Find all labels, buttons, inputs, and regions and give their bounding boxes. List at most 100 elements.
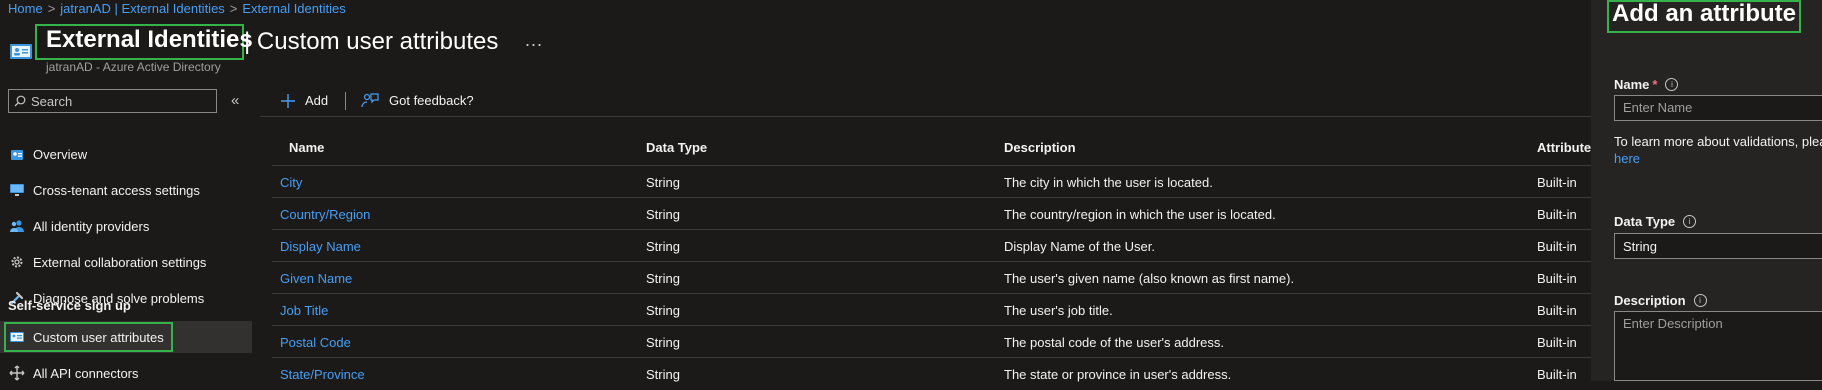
attribute-name-link[interactable]: City [280,175,302,190]
sidebar-item-label: External collaboration settings [33,254,207,270]
attribute-name-link[interactable]: Display Name [280,239,361,254]
breadcrumb: Home > jatranAD | External Identities > Exte… [8,1,346,16]
overview-icon [7,146,27,162]
column-header-attribute[interactable]: Attribute [1537,140,1591,155]
column-header-name[interactable]: Name [289,140,324,155]
gear-icon [7,254,27,270]
data-type-cell: String [646,303,680,318]
toolbar-bottom-border [260,116,1600,117]
data-type-dropdown[interactable]: String [1614,233,1822,259]
info-icon[interactable]: i [1693,294,1707,307]
plus-icon [281,93,295,108]
sidebar-item-label: Cross-tenant access settings [33,182,200,198]
active-item-highlight [4,322,173,352]
attribute-type-cell: Built-in [1537,239,1577,254]
info-icon[interactable]: i [1665,78,1679,91]
sidebar-item-cross-tenant[interactable]: Cross-tenant access settings [0,174,252,206]
data-type-cell: String [646,367,680,382]
section-heading: Self-service sign up [8,298,131,313]
info-icon[interactable]: i [1683,215,1697,228]
data-type-selected: String [1623,239,1657,254]
table-row[interactable]: Postal Code String The postal code of th… [272,325,1600,358]
table-row[interactable]: Job Title String The user's job title. B… [272,293,1600,326]
attribute-name-link[interactable]: Job Title [280,303,328,318]
breadcrumb-external-identities-parent[interactable]: jatranAD | External Identities [60,1,225,16]
id-card-icon [9,41,33,61]
sidebar-item-overview[interactable]: Overview [0,138,252,170]
attribute-name-link[interactable]: State/Province [280,367,365,382]
breadcrumb-external-identities[interactable]: External Identities [242,1,345,16]
data-type-label-text: Data Type [1614,214,1676,229]
table-row[interactable]: State/Province String The state or provi… [272,357,1600,390]
attribute-name-link[interactable]: Country/Region [280,207,370,222]
description-field-label: Description i [1614,293,1707,308]
table-row[interactable]: City String The city in which the user i… [272,165,1600,198]
toolbar-divider [345,92,346,110]
description-label-text: Description [1614,293,1686,308]
sidebar-item-label: All API connectors [33,365,139,381]
data-type-cell: String [646,335,680,350]
sidebar-search[interactable] [8,89,217,113]
description-cell: The state or province in user's address. [1004,367,1232,382]
page-subtitle-text: Custom user attributes [256,28,499,55]
data-type-field-label: Data Type i [1614,214,1697,229]
breadcrumb-separator: > [47,1,56,16]
panel-title: Add an attribute [1612,0,1796,27]
arrows-icon [7,365,27,381]
feedback-button-label: Got feedback? [389,92,474,108]
title-separator: | [244,28,251,55]
description-field[interactable] [1614,311,1822,381]
description-cell: The user's job title. [1004,303,1113,318]
description-input[interactable] [1623,316,1822,346]
collapse-sidebar-button[interactable]: « [231,92,239,109]
monitor-icon [7,182,27,198]
description-cell: The user's given name (also known as fir… [1004,271,1295,286]
attribute-type-cell: Built-in [1537,335,1577,350]
search-input[interactable] [31,91,211,111]
sidebar-item-label: Overview [33,146,88,162]
description-cell: The city in which the user is located. [1004,175,1213,190]
name-field-label: Name * i [1614,77,1679,92]
table-row[interactable]: Display Name String Display Name of the … [272,229,1600,262]
attribute-type-cell: Built-in [1537,367,1577,382]
validation-help-link[interactable]: here [1614,151,1640,166]
table-row[interactable]: Country/Region String The country/region… [272,197,1600,230]
sidebar-item-api-connectors[interactable]: All API connectors [0,357,252,389]
attribute-type-cell: Built-in [1537,303,1577,318]
attribute-type-cell: Built-in [1537,271,1577,286]
column-header-description[interactable]: Description [1004,140,1076,155]
sidebar-item-label: All identity providers [33,218,150,234]
description-cell: Display Name of the User. [1004,239,1156,254]
name-input[interactable] [1623,100,1822,115]
sidebar-item-identity-providers[interactable]: All identity providers [0,210,252,242]
attribute-type-cell: Built-in [1537,175,1577,190]
data-type-cell: String [646,175,680,190]
column-header-data-type[interactable]: Data Type [646,140,707,155]
description-cell: The country/region in which the user is … [1004,207,1276,222]
page-subtitle: | Custom user attributes [244,28,498,56]
feedback-icon [361,92,379,108]
description-cell: The postal code of the user's address. [1004,335,1224,350]
data-type-cell: String [646,239,680,254]
search-icon [14,95,26,107]
attribute-name-link[interactable]: Given Name [280,271,352,286]
sidebar-item-external-collaboration[interactable]: External collaboration settings [0,246,252,278]
name-label-text: Name [1614,77,1650,92]
breadcrumb-separator: > [229,1,238,16]
validation-note: To learn more about validations, plea [1614,134,1822,149]
data-type-cell: String [646,207,680,222]
attribute-name-link[interactable]: Postal Code [280,335,351,350]
more-options-button[interactable]: ... [525,30,543,51]
page-title: External Identities [46,26,253,53]
users-icon [7,218,27,234]
data-type-cell: String [646,271,680,286]
table-row[interactable]: Given Name String The user's given name … [272,261,1600,294]
name-field[interactable] [1614,95,1822,121]
add-button[interactable]: Add [281,93,328,108]
breadcrumb-home[interactable]: Home [8,1,43,16]
feedback-button[interactable]: Got feedback? [361,92,474,108]
directory-label: jatranAD - Azure Active Directory [46,60,221,74]
attribute-type-cell: Built-in [1537,207,1577,222]
add-button-label: Add [305,93,329,108]
required-marker: * [1652,77,1658,92]
